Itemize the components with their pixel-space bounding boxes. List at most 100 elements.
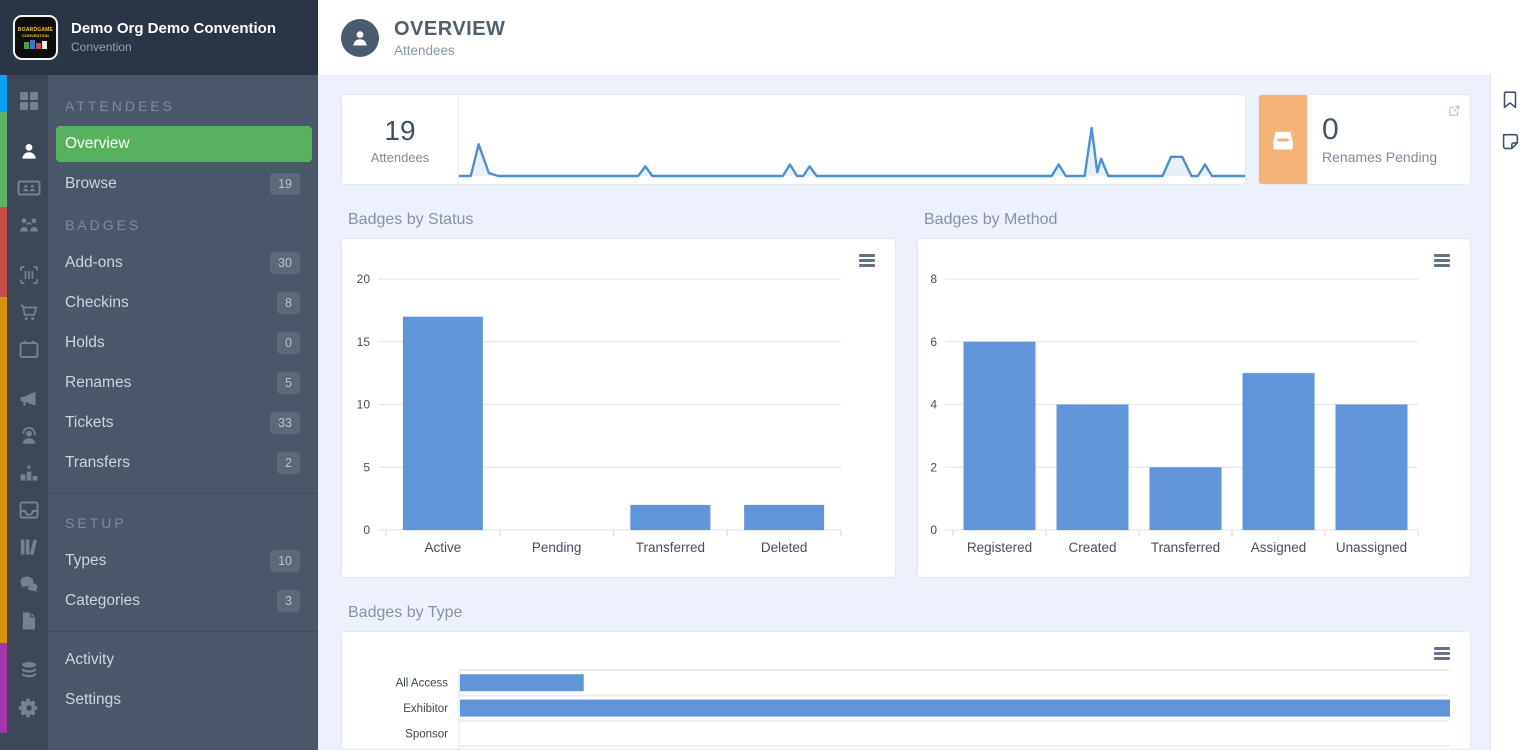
document-file-icon[interactable] [16,608,42,634]
badges-by-method-title: Badges by Method [924,211,1471,229]
badges-by-type-chart: All Access Exhibitor Sponsor [341,631,1471,750]
sidebar-item-types[interactable]: Types 10 [56,543,312,579]
sidebar-item-label: Browse [65,175,117,193]
attendees-sparkline-chart [459,95,1245,184]
chart-menu-icon[interactable] [1434,647,1450,662]
svg-text:Transferred: Transferred [636,540,705,555]
sidebar-item-settings[interactable]: Settings [56,682,312,718]
barcode-scan-icon[interactable] [16,262,42,288]
section-label-badges: BADGES [48,206,318,245]
store-cart-icon[interactable] [16,299,42,325]
svg-text:15: 15 [357,335,371,349]
icon-rail [0,75,48,750]
section-label-setup: SETUP [48,504,318,543]
renames-inbox-icon [1259,95,1307,184]
app-subtitle: Convention [71,40,276,55]
svg-text:Active: Active [424,540,461,555]
chat-bubbles-icon[interactable] [16,571,42,597]
count-badge: 33 [270,412,300,434]
attendees-person-icon[interactable] [16,138,42,164]
svg-text:6: 6 [930,335,937,349]
events-calendar-icon[interactable] [16,336,42,362]
svg-text:10: 10 [357,398,371,412]
sidebar-item-transfers[interactable]: Transfers 2 [56,445,312,481]
volunteers-people-icon[interactable] [16,212,42,238]
sidebar-item-categories[interactable]: Categories 3 [56,583,312,619]
count-badge: 0 [277,332,300,354]
chart-menu-icon[interactable] [1434,254,1450,269]
org-logo-art [24,40,47,49]
sidebar-item-label: Renames [65,374,131,392]
sidebar-item-label: Transfers [65,454,130,472]
sidebar-item-label: Types [65,552,106,570]
sidebar-menu: ATTENDEESOverviewBrowse19BADGESAdd-ons30… [48,75,318,750]
renames-stat-card[interactable]: 0 Renames Pending [1258,94,1471,185]
chart-menu-icon[interactable] [859,254,875,269]
external-link-icon[interactable] [1447,103,1462,118]
menu-divider [48,493,318,494]
attendees-count-label: Attendees [371,150,430,165]
main-content: 19 Attendees 0 Renames Pending [318,75,1490,750]
sidebar: BOARDGAME CONVENTION Demo Org Demo Conve… [0,0,318,750]
svg-text:Sponsor: Sponsor [405,729,448,741]
note-icon[interactable] [1499,131,1521,153]
svg-text:Exhibitor: Exhibitor [403,703,448,715]
bookmark-icon[interactable] [1499,89,1521,111]
count-badge: 2 [277,452,300,474]
count-badge: 19 [270,173,300,195]
svg-text:2: 2 [930,460,937,474]
badges-by-status-title: Badges by Status [348,211,896,229]
attendees-count: 19 [384,115,415,147]
svg-text:Assigned: Assigned [1251,540,1307,555]
inbox-tray-icon[interactable] [16,497,42,523]
svg-text:20: 20 [357,272,371,286]
count-badge: 8 [277,292,300,314]
sidebar-item-label: Overview [65,135,130,153]
svg-text:All Access: All Access [396,678,449,690]
sidebar-item-holds[interactable]: Holds 0 [56,325,312,361]
app-title: Demo Org Demo Convention [71,20,276,39]
sidebar-item-label: Holds [65,334,105,352]
sidebar-item-checkins[interactable]: Checkins 8 [56,285,312,321]
badge-card-icon[interactable] [16,175,42,201]
count-badge: 5 [277,372,300,394]
svg-text:0: 0 [363,523,370,537]
renames-count: 0 [1322,115,1437,145]
sidebar-item-label: Categories [65,592,140,610]
count-badge: 3 [277,590,300,612]
sidebar-item-activity[interactable]: Activity [56,642,312,678]
sidebar-item-renames[interactable]: Renames 5 [56,365,312,401]
page-title: OVERVIEW [394,18,505,41]
page-subtitle: Attendees [394,43,505,58]
settings-gear-icon[interactable] [16,695,42,721]
sidebar-item-label: Checkins [65,294,129,312]
badges-by-method-chart: 02468RegisteredCreatedTransferredAssigne… [917,238,1471,578]
sidebar-item-tickets[interactable]: Tickets 33 [56,405,312,441]
count-badge: 10 [270,550,300,572]
sidebar-item-overview[interactable]: Overview [56,126,312,162]
svg-text:Unassigned: Unassigned [1336,540,1407,555]
leaderboard-podium-icon[interactable] [16,460,42,486]
sidebar-item-label: Settings [65,691,121,709]
right-toolbar [1490,75,1529,750]
svg-text:5: 5 [363,460,370,474]
svg-text:Created: Created [1068,540,1116,555]
page-header: OVERVIEW Attendees [318,0,1529,75]
sidebar-item-label: Tickets [65,414,114,432]
sidebar-item-label: Add-ons [65,254,123,272]
artist-headset-icon[interactable] [16,423,42,449]
announce-megaphone-icon[interactable] [16,386,42,412]
finance-coins-icon[interactable] [16,657,42,683]
rail-color-strip [0,75,7,750]
library-books-icon[interactable] [16,534,42,560]
org-header: BOARDGAME CONVENTION Demo Org Demo Conve… [0,0,318,75]
sidebar-item-browse[interactable]: Browse 19 [56,166,312,202]
sidebar-item-add-ons[interactable]: Add-ons 30 [56,245,312,281]
org-logo[interactable]: BOARDGAME CONVENTION [13,15,58,60]
dashboard-grid-icon[interactable] [16,88,42,114]
sidebar-item-label: Activity [65,651,114,669]
count-badge: 30 [270,252,300,274]
attendees-stat-card[interactable]: 19 Attendees [341,94,1246,185]
svg-text:8: 8 [930,272,937,286]
svg-text:4: 4 [930,398,937,412]
